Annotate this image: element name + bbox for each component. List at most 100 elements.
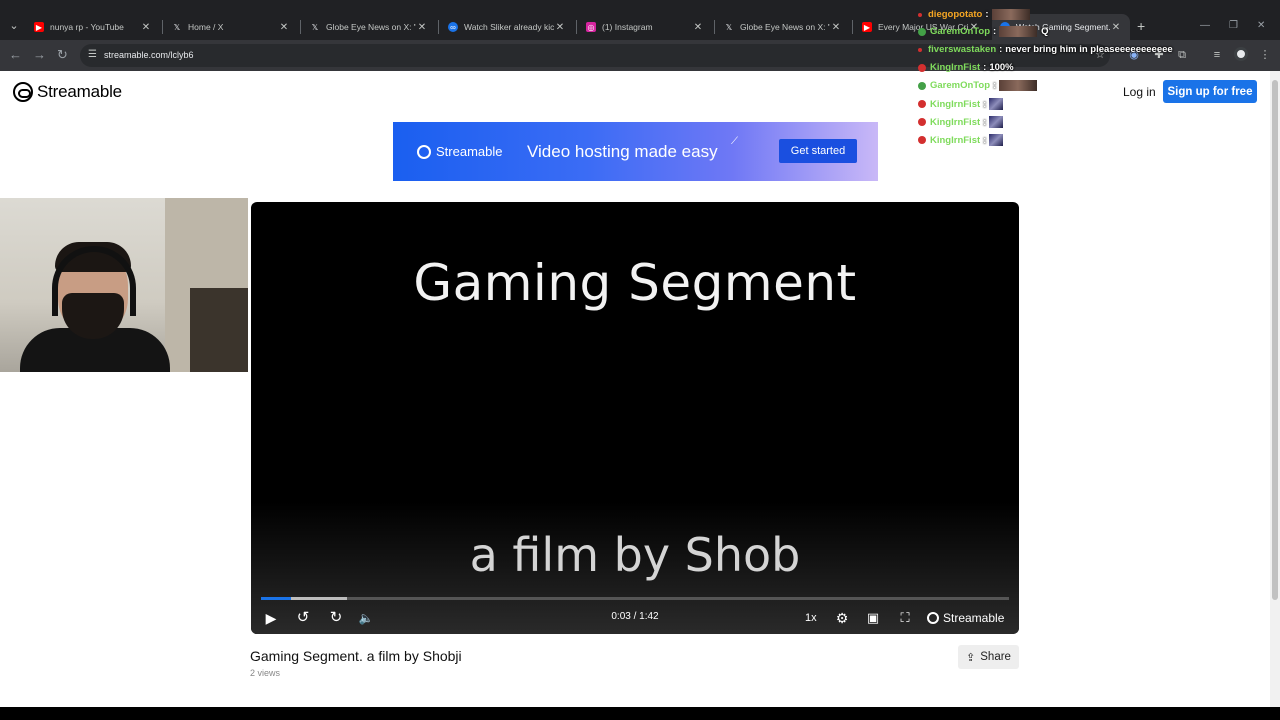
scrollbar-thumb[interactable] <box>1272 80 1278 600</box>
seek-played <box>261 597 291 600</box>
tab-1[interactable]: 𝕏 Home / X ✕ <box>164 14 298 40</box>
emote-icon <box>991 9 1030 20</box>
chat-message: GaremOnTop : <box>918 80 1038 91</box>
site-info-icon[interactable]: ☰ <box>88 49 100 61</box>
minimize-icon[interactable]: — <box>1200 20 1210 31</box>
chat-username: GaremOnTop <box>930 80 990 91</box>
user-badge-icon <box>918 81 926 90</box>
video-frame-subtitle: a film by Shob <box>469 528 801 582</box>
share-button[interactable]: ⇪ Share <box>958 645 1019 669</box>
tab-4[interactable]: ◎ (1) Instagram ✕ <box>578 14 712 40</box>
close-tab-icon[interactable]: ✕ <box>692 22 704 33</box>
playback-speed-button[interactable]: 1x <box>805 612 817 624</box>
chat-text: never bring him in pleaseeeeeeeeeee <box>1005 44 1173 55</box>
close-window-icon[interactable]: ✕ <box>1257 20 1265 31</box>
ad-banner[interactable]: Streamable Video hosting made easy ⟋ Get… <box>393 122 878 181</box>
reload-icon[interactable]: ↻ <box>57 47 68 63</box>
chat-message: KingIrnFist : <box>918 116 1004 128</box>
chat-message: fiverswastaken : never bring him in plea… <box>918 44 1173 55</box>
login-link[interactable]: Log in <box>1123 85 1156 99</box>
share-label: Share <box>980 651 1011 663</box>
banner-tagline: Video hosting made easy <box>527 142 718 161</box>
webcam-background <box>190 288 248 372</box>
chat-username: KingIrnFist <box>930 62 981 73</box>
emote-icon <box>989 116 1004 128</box>
chat-message: KingIrnFist : <box>918 98 1004 110</box>
player-brand-label: Streamable <box>943 611 1005 625</box>
sparkle-icon: ⟋ <box>731 136 738 147</box>
media-control-icon[interactable]: ≡ <box>1210 48 1224 62</box>
tab-title: Home / X <box>188 22 224 32</box>
address-url[interactable]: streamable.com/lclyb6 <box>104 50 194 60</box>
chat-username: GaremOnTop <box>930 26 990 37</box>
chat-message: KingIrnFist : <box>918 134 1004 146</box>
x-icon: 𝕏 <box>173 22 181 32</box>
close-tab-icon[interactable]: ✕ <box>278 22 290 33</box>
webcam-overlay <box>0 198 248 372</box>
youtube-icon: ▶ <box>862 22 872 32</box>
picture-in-picture-icon[interactable]: ▣ <box>865 608 881 628</box>
tab-search-dropdown-icon[interactable]: ⌄ <box>6 18 22 34</box>
fullscreen-icon[interactable]: ⛶ <box>897 608 913 628</box>
video-title: Gaming Segment. a film by Shobji <box>250 648 462 664</box>
streamable-logo-icon <box>417 144 431 159</box>
banner-logo: Streamable <box>417 144 502 159</box>
emote-icon <box>989 98 1004 110</box>
streamable-logo-icon <box>927 612 939 624</box>
streamable-logo-icon <box>13 82 33 102</box>
chat-message: diegopotato : <box>918 9 1030 20</box>
tab-divider <box>162 20 163 34</box>
tab-2[interactable]: 𝕏 Globe Eye News on X: "BR ✕ <box>302 14 436 40</box>
player-brand[interactable]: Streamable <box>927 611 1004 625</box>
tab-3[interactable]: ∞ Watch Sliker already kicke ✕ <box>440 14 574 40</box>
tab-0[interactable]: ▶ nunya rp - YouTube ✕ <box>26 14 160 40</box>
tab-5[interactable]: 𝕏 Globe Eye News on X: "Pr ✕ <box>716 14 850 40</box>
chat-text: Q <box>1041 26 1049 37</box>
chat-message: GaremOnTop : Q <box>918 26 1049 37</box>
tab-title: nunya rp - YouTube <box>50 22 124 32</box>
chat-username: diegopotato <box>928 9 983 20</box>
tab-title: Watch Sliker already kicke <box>464 22 554 32</box>
x-icon: 𝕏 <box>725 22 733 32</box>
chat-text: 100% <box>989 62 1014 73</box>
user-badge-icon <box>918 100 926 108</box>
close-tab-icon[interactable]: ✕ <box>140 22 152 33</box>
video-player[interactable]: Gaming Segment a film by Shob ▶ ↺ ↻ 🔈 0:… <box>251 202 1019 634</box>
streamable-logo[interactable]: Streamable <box>13 82 122 102</box>
seek-bar[interactable] <box>261 597 1009 600</box>
close-tab-icon[interactable]: ✕ <box>1110 22 1122 33</box>
user-badge-icon <box>918 63 926 72</box>
share-icon: ⇪ <box>966 651 976 664</box>
chat-username: KingIrnFist <box>930 116 981 128</box>
new-tab-icon[interactable]: + <box>1137 18 1145 34</box>
tab-divider <box>852 20 853 34</box>
chrome-menu-icon[interactable]: ⋮ <box>1258 48 1272 62</box>
tab-divider <box>300 20 301 34</box>
chat-username: KingIrnFist <box>930 98 981 110</box>
brand-name: Streamable <box>37 82 122 101</box>
banner-brand: Streamable <box>436 144 503 159</box>
user-badge-icon <box>918 136 926 144</box>
profile-avatar-icon[interactable] <box>1234 47 1248 61</box>
instagram-icon: ◎ <box>586 22 596 32</box>
back-icon[interactable]: ← <box>9 47 22 63</box>
emote-icon <box>989 134 1004 146</box>
signup-button[interactable]: Sign up for free <box>1163 80 1257 103</box>
settings-gear-icon[interactable]: ⚙ <box>834 608 850 628</box>
tab-title: (1) Instagram <box>602 22 653 32</box>
tab-divider <box>438 20 439 34</box>
close-tab-icon[interactable]: ✕ <box>554 22 566 33</box>
user-badge-icon <box>918 27 926 36</box>
get-started-button[interactable]: Get started <box>779 139 857 163</box>
streamable-icon: ∞ <box>448 22 458 32</box>
extensions-puzzle-icon[interactable]: ⧉ <box>1175 48 1189 62</box>
emote-icon <box>999 26 1038 37</box>
forward-icon[interactable]: → <box>33 47 46 63</box>
tab-divider <box>714 20 715 34</box>
close-tab-icon[interactable]: ✕ <box>830 22 842 33</box>
close-tab-icon[interactable]: ✕ <box>416 22 428 33</box>
view-count: 2 views <box>250 668 281 678</box>
chat-username: fiverswastaken <box>928 44 997 55</box>
user-badge-icon <box>918 12 922 17</box>
maximize-icon[interactable]: ❐ <box>1229 20 1238 31</box>
